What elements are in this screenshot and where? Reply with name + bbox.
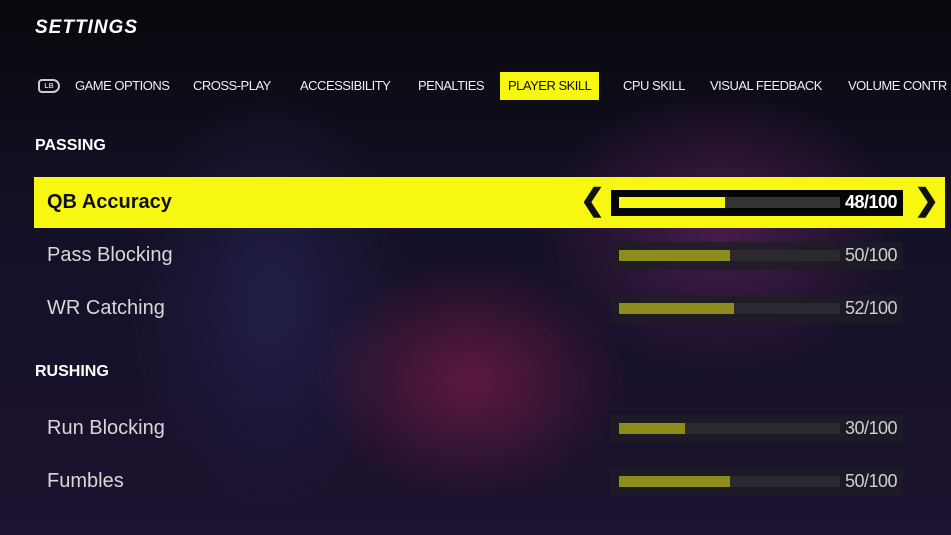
- slider-value: 52/100: [844, 298, 898, 318]
- tab-accessibility[interactable]: ACCESSIBILITY: [292, 72, 398, 100]
- chevron-left-icon[interactable]: ❮: [580, 183, 605, 218]
- setting-row[interactable]: Fumbles 50/100: [34, 456, 945, 507]
- tab-cross-play[interactable]: CROSS-PLAY: [185, 72, 279, 100]
- slider-track: [619, 476, 840, 487]
- tab-player-skill[interactable]: PLAYER SKILL: [500, 72, 600, 100]
- slider-value: 48/100: [844, 192, 898, 212]
- setting-label: Fumbles: [47, 470, 124, 492]
- slider-track: [619, 423, 840, 434]
- value-slider[interactable]: 50/100: [611, 241, 903, 270]
- setting-row[interactable]: QB Accuracy ❮ ❯ 48/100: [34, 177, 945, 228]
- slider-value: 50/100: [844, 471, 898, 491]
- lb-bumper-icon[interactable]: LB: [38, 79, 60, 93]
- slider-track: [619, 250, 840, 261]
- section-header: RUSHING: [35, 363, 109, 380]
- slider-fill: [619, 303, 734, 314]
- section-header: PASSING: [35, 137, 106, 154]
- setting-label: WR Catching: [47, 297, 165, 319]
- slider-fill: [619, 250, 730, 261]
- slider-track: [619, 197, 840, 208]
- slider-value: 50/100: [844, 245, 898, 265]
- setting-label: Pass Blocking: [47, 244, 173, 266]
- setting-label: QB Accuracy: [47, 191, 172, 213]
- chevron-right-icon[interactable]: ❯: [914, 183, 939, 218]
- slider-fill: [619, 423, 686, 434]
- slider-track: [619, 303, 840, 314]
- value-slider[interactable]: 52/100: [611, 294, 903, 323]
- tab-volume-contr[interactable]: VOLUME CONTR: [840, 72, 951, 100]
- value-slider[interactable]: 48/100: [611, 189, 903, 216]
- slider-fill: [619, 197, 726, 208]
- tab-cpu-skill[interactable]: CPU SKILL: [615, 72, 693, 100]
- value-slider[interactable]: 30/100: [611, 414, 903, 443]
- setting-label: Run Blocking: [47, 417, 165, 439]
- slider-value: 30/100: [844, 418, 898, 438]
- slider-fill: [619, 476, 730, 487]
- page-title: SETTINGS: [35, 17, 139, 38]
- tab-game-options[interactable]: GAME OPTIONS: [67, 72, 177, 100]
- tab-visual-feedback[interactable]: VISUAL FEEDBACK: [702, 72, 830, 100]
- setting-row[interactable]: Pass Blocking 50/100: [34, 230, 945, 281]
- value-slider[interactable]: 50/100: [611, 467, 903, 496]
- tab-penalties[interactable]: PENALTIES: [410, 72, 492, 100]
- setting-row[interactable]: WR Catching 52/100: [34, 283, 945, 334]
- setting-row[interactable]: Run Blocking 30/100: [34, 403, 945, 454]
